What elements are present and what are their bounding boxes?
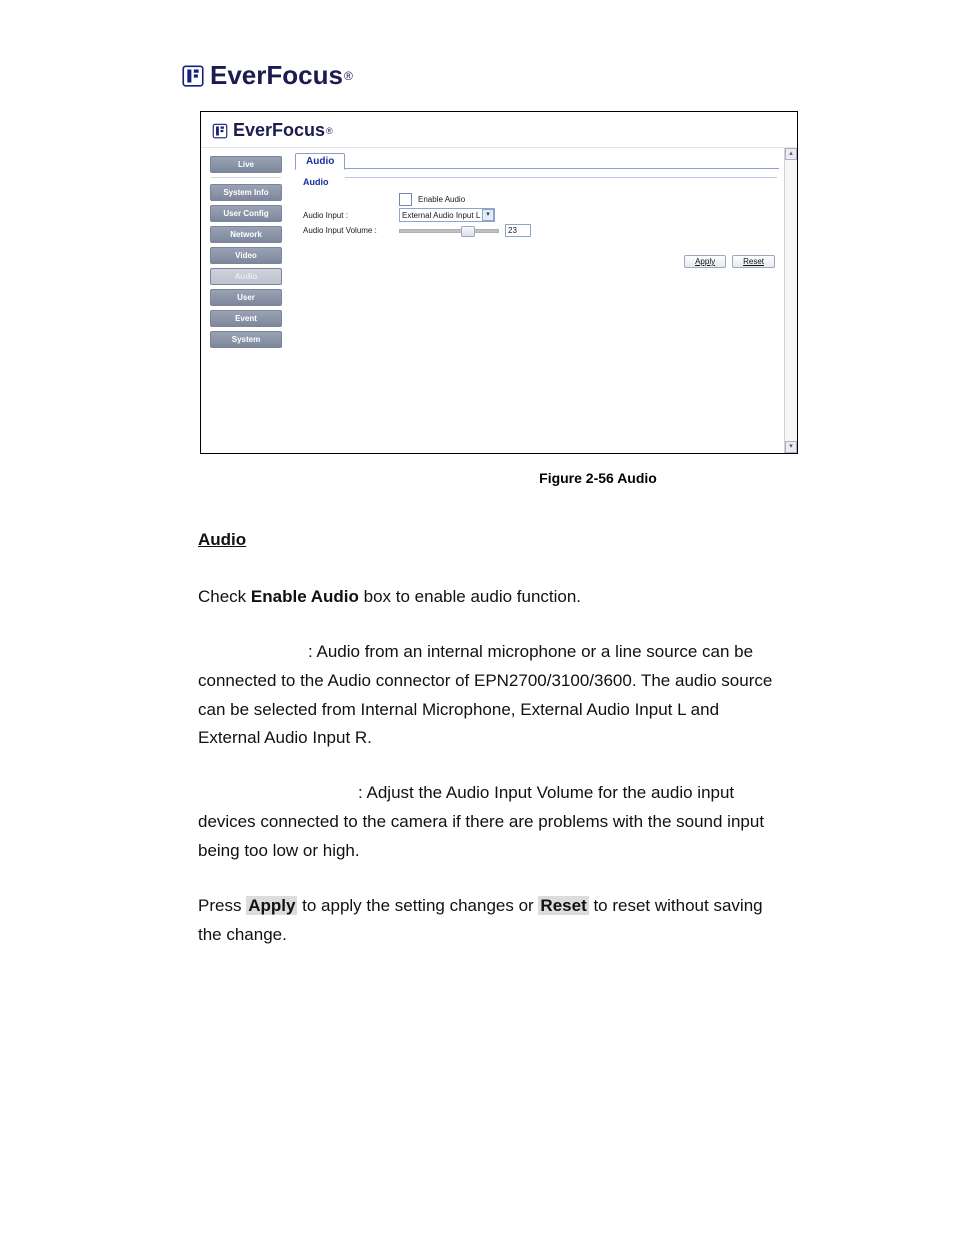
slider-thumb[interactable] <box>461 226 475 237</box>
bold-reset: Reset <box>538 896 588 915</box>
text: Check <box>198 587 251 606</box>
sidebar-item-system[interactable]: System <box>210 331 282 348</box>
text: Press <box>198 896 246 915</box>
screenshot-frame: EverFocus ® Live System Info User Config… <box>200 111 798 454</box>
brand-name: EverFocus <box>210 60 343 91</box>
reset-button[interactable]: Reset <box>732 255 775 268</box>
screenshot-brand-header: EverFocus ® <box>201 112 797 148</box>
text: box to enable audio function. <box>359 587 581 606</box>
brand-reg-inner: ® <box>326 126 333 136</box>
audio-fieldset: Audio Enable Audio Audio Input : Externa… <box>295 175 779 249</box>
page-brand: EverFocus ® <box>180 60 954 91</box>
scroll-down-icon[interactable]: ▾ <box>785 441 797 453</box>
audio-input-volume-slider[interactable] <box>399 227 499 235</box>
slider-rail <box>399 229 499 233</box>
paragraph-audio-input-volume: : Adjust the Audio Input Volume for the … <box>198 779 778 866</box>
sidebar-separator <box>211 177 281 178</box>
sidebar-item-system-info[interactable]: System Info <box>210 184 282 201</box>
audio-input-volume-label: Audio Input Volume : <box>303 226 393 235</box>
audio-input-value: External Audio Input L <box>402 210 480 221</box>
enable-audio-checkbox[interactable] <box>399 193 412 206</box>
brand-reg: ® <box>344 69 353 83</box>
sidebar-item-user-config[interactable]: User Config <box>210 205 282 222</box>
bold-enable-audio: Enable Audio <box>251 587 359 606</box>
text: to apply the setting changes or <box>297 896 538 915</box>
brand-name-inner: EverFocus <box>233 120 325 141</box>
bold-apply: Apply <box>246 896 297 915</box>
sidebar: Live System Info User Config Network Vid… <box>201 148 291 453</box>
text: : Adjust the Audio Input Volume for the … <box>198 783 764 860</box>
paragraph-apply-reset: Press Apply to apply the setting changes… <box>198 892 778 950</box>
audio-input-select[interactable]: External Audio Input L ▾ <box>399 208 495 222</box>
sidebar-live-button[interactable]: Live <box>210 156 282 173</box>
everfocus-logo-icon <box>211 122 229 140</box>
vertical-scrollbar[interactable]: ▴ ▾ <box>784 148 797 453</box>
fieldset-legend: Audio <box>303 177 329 187</box>
sidebar-item-event[interactable]: Event <box>210 310 282 327</box>
section-heading-audio: Audio <box>198 526 778 555</box>
sidebar-item-video[interactable]: Video <box>210 247 282 264</box>
figure-caption: Figure 2-56 Audio <box>200 470 954 486</box>
everfocus-logo-icon <box>180 63 206 89</box>
paragraph-enable-audio: Check Enable Audio box to enable audio f… <box>198 583 778 612</box>
tab-audio[interactable]: Audio <box>295 153 345 170</box>
audio-input-volume-value[interactable]: 23 <box>505 224 531 237</box>
enable-audio-label: Enable Audio <box>418 195 465 204</box>
scroll-up-icon[interactable]: ▴ <box>785 148 797 160</box>
body-copy: Audio Check Enable Audio box to enable a… <box>198 526 778 950</box>
sidebar-item-audio[interactable]: Audio <box>210 268 282 285</box>
text: : Audio from an internal microphone or a… <box>198 642 772 748</box>
apply-button[interactable]: Apply <box>684 255 726 268</box>
tab-underline <box>295 168 779 169</box>
audio-input-label: Audio Input : <box>303 211 393 220</box>
main-panel: Audio Audio Enable Audio Audio Input : E… <box>291 148 797 453</box>
chevron-down-icon: ▾ <box>482 209 494 221</box>
sidebar-item-user[interactable]: User <box>210 289 282 306</box>
paragraph-audio-input: : Audio from an internal microphone or a… <box>198 638 778 754</box>
sidebar-item-network[interactable]: Network <box>210 226 282 243</box>
